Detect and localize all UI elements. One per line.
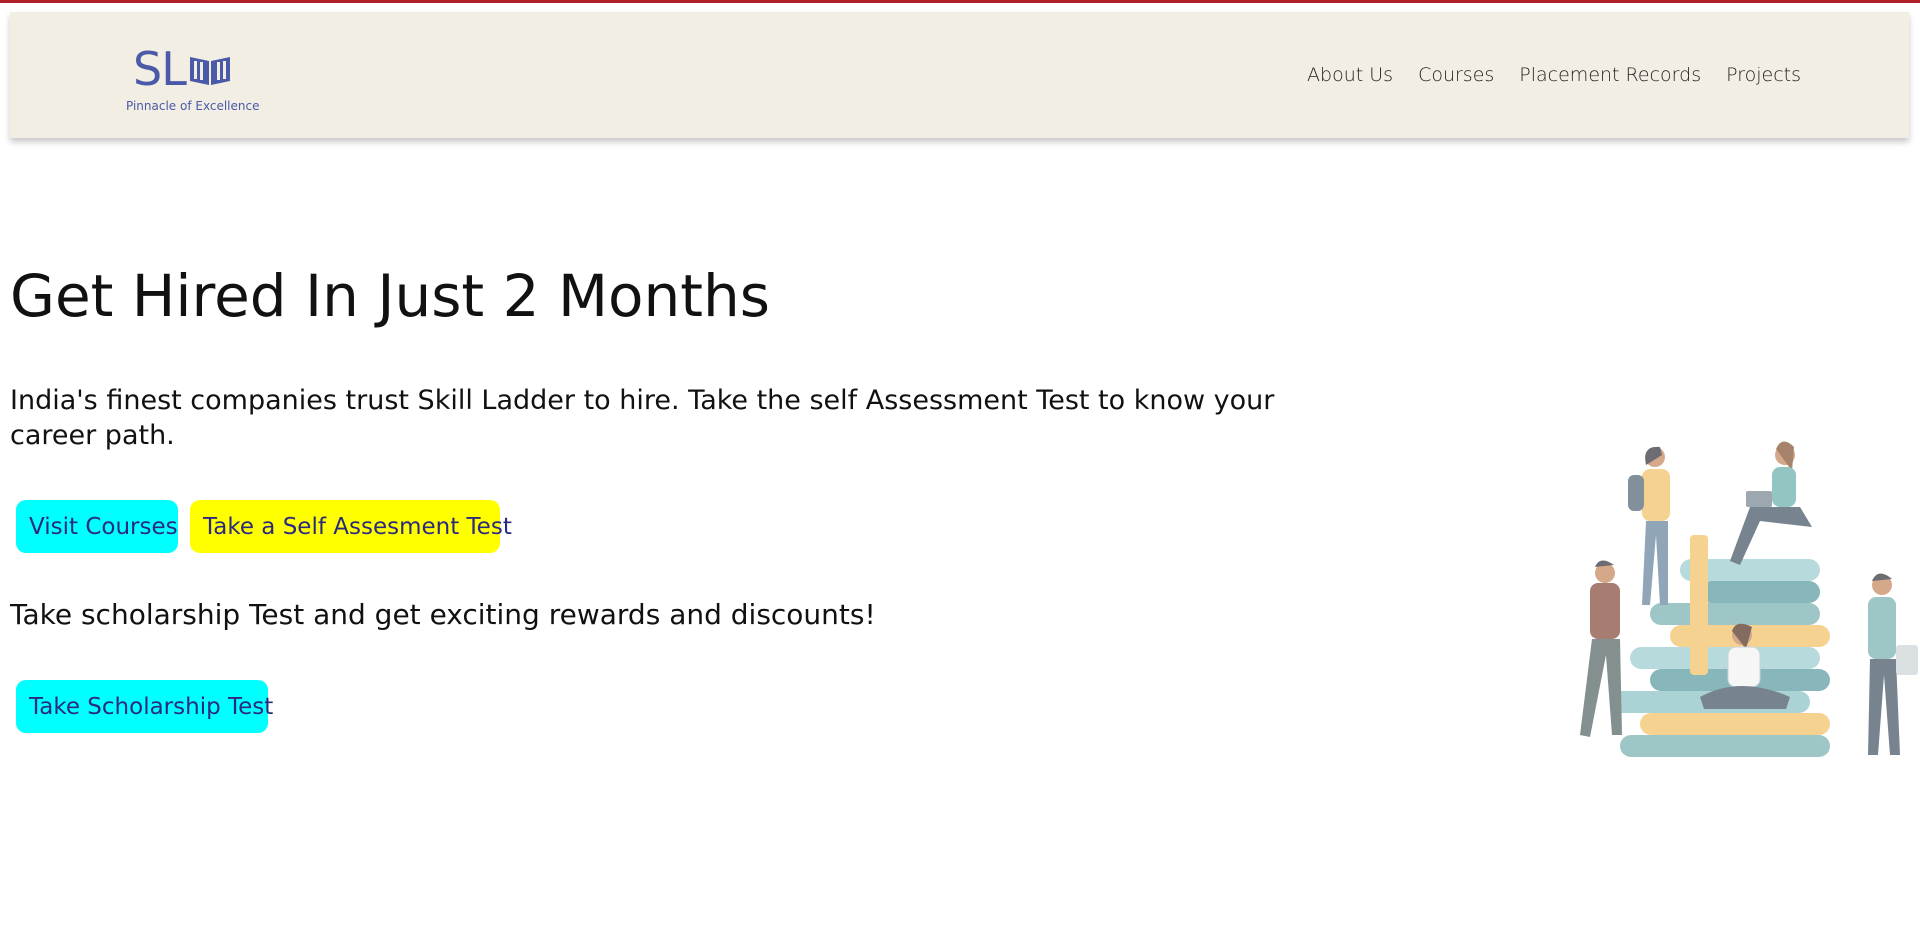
main-nav: About Us Courses Placement Records Proje… [1282, 12, 1801, 138]
hero-subtitle: India's finest companies trust Skill Lad… [10, 385, 1275, 451]
self-assessment-test-button[interactable]: Take a Self Assesment Test [190, 500, 512, 553]
nav-about-us[interactable]: About Us [1307, 64, 1393, 86]
site-logo[interactable]: SL Pinnacle of Excellence [115, 42, 265, 122]
scholarship-test-button[interactable]: Take Scholarship Test [16, 680, 273, 733]
top-border [0, 0, 1920, 3]
scholarship-text: Take scholarship Test and get exciting r… [10, 598, 876, 631]
nav-courses[interactable]: Courses [1418, 64, 1494, 86]
visit-courses-button[interactable]: Visit Courses [16, 500, 178, 553]
logo-initials: SL [133, 42, 187, 96]
students-on-books-illustration [1580, 441, 1918, 757]
nav-placement-records[interactable]: Placement Records [1519, 64, 1701, 86]
logo-tagline: Pinnacle of Excellence [126, 99, 260, 113]
nav-projects[interactable]: Projects [1726, 64, 1801, 86]
logo-mark: SL [133, 42, 232, 96]
hero-title: Get Hired In Just 2 Months [10, 262, 770, 330]
book-icon [189, 57, 230, 85]
navbar: SL Pinnacle of Excellence About Us Cours… [10, 12, 1909, 138]
